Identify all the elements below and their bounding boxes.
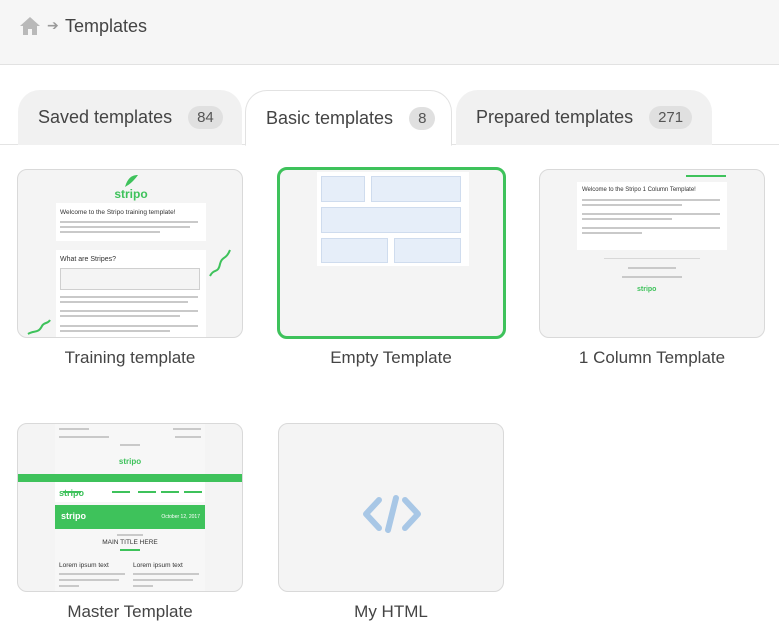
card-label: Master Template — [67, 602, 193, 621]
logo-text: stripo — [61, 511, 87, 521]
home-icon[interactable] — [19, 16, 41, 36]
intro-block: Welcome to the Stripo training template! — [56, 203, 206, 241]
thumb-heading: What are Stripes? — [60, 256, 117, 263]
tab-count-badge: 271 — [649, 106, 693, 129]
template-card-empty[interactable] — [277, 167, 506, 339]
stripes-block: What are Stripes? — [56, 250, 206, 337]
thumb-date: October 12, 2017 — [161, 514, 200, 520]
tab-count-badge: 8 — [409, 106, 436, 130]
breadcrumb-arrow-icon: ➔ — [47, 17, 59, 33]
card-label: Empty Template — [330, 348, 452, 367]
thumbnail: stripo stripo stripo October 12, 2017 MA… — [55, 424, 205, 591]
thumb-title: MAIN TITLE HERE — [102, 539, 158, 546]
thumb-col-heading: Lorem ipsum text — [59, 562, 109, 569]
thumb-col-heading: Lorem ipsum text — [133, 562, 183, 569]
template-tabs: Saved templates 84 Basic templates 8 Pre… — [0, 90, 779, 146]
tab-label: Basic templates — [266, 107, 394, 128]
thumbnail: Welcome to the Stripo 1 Column Template! — [577, 182, 727, 250]
template-card-training[interactable]: stripo Welcome to the Stripo training te… — [17, 169, 243, 338]
thumbnail — [317, 172, 469, 266]
thumb-heading: Welcome to the Stripo training template! — [60, 209, 176, 216]
tab-count-badge: 84 — [188, 106, 223, 129]
logo-text: stripo — [637, 286, 657, 293]
tab-prepared-templates[interactable]: Prepared templates 271 — [456, 90, 712, 145]
stripo-leaf-icon — [125, 175, 138, 187]
decor-squiggle-icon — [27, 319, 51, 335]
decor-squiggle-icon — [209, 249, 231, 277]
thumbnail: stripo Welcome to the Stripo training te… — [56, 170, 206, 337]
logo-text: stripo — [118, 457, 142, 466]
thumb-heading: Welcome to the Stripo 1 Column Template! — [582, 187, 696, 193]
template-card-1-column[interactable]: Welcome to the Stripo 1 Column Template!… — [539, 169, 765, 338]
breadcrumb-current: Templates — [65, 16, 148, 36]
card-label: Training template — [64, 348, 196, 367]
logo-text: stripo — [114, 187, 148, 201]
template-card-master[interactable]: stripo stripo stripo October 12, 2017 MA… — [17, 423, 243, 592]
card-label: 1 Column Template — [578, 348, 726, 367]
tab-saved-templates[interactable]: Saved templates 84 — [18, 90, 242, 145]
code-icon — [363, 495, 421, 533]
tab-label: Prepared templates — [476, 107, 634, 127]
template-card-my-html[interactable] — [278, 423, 504, 592]
top-bar: ➔ Templates — [0, 0, 779, 65]
tab-label: Saved templates — [38, 107, 173, 127]
card-label: My HTML — [354, 602, 428, 621]
tab-basic-templates[interactable]: Basic templates 8 — [245, 90, 452, 146]
